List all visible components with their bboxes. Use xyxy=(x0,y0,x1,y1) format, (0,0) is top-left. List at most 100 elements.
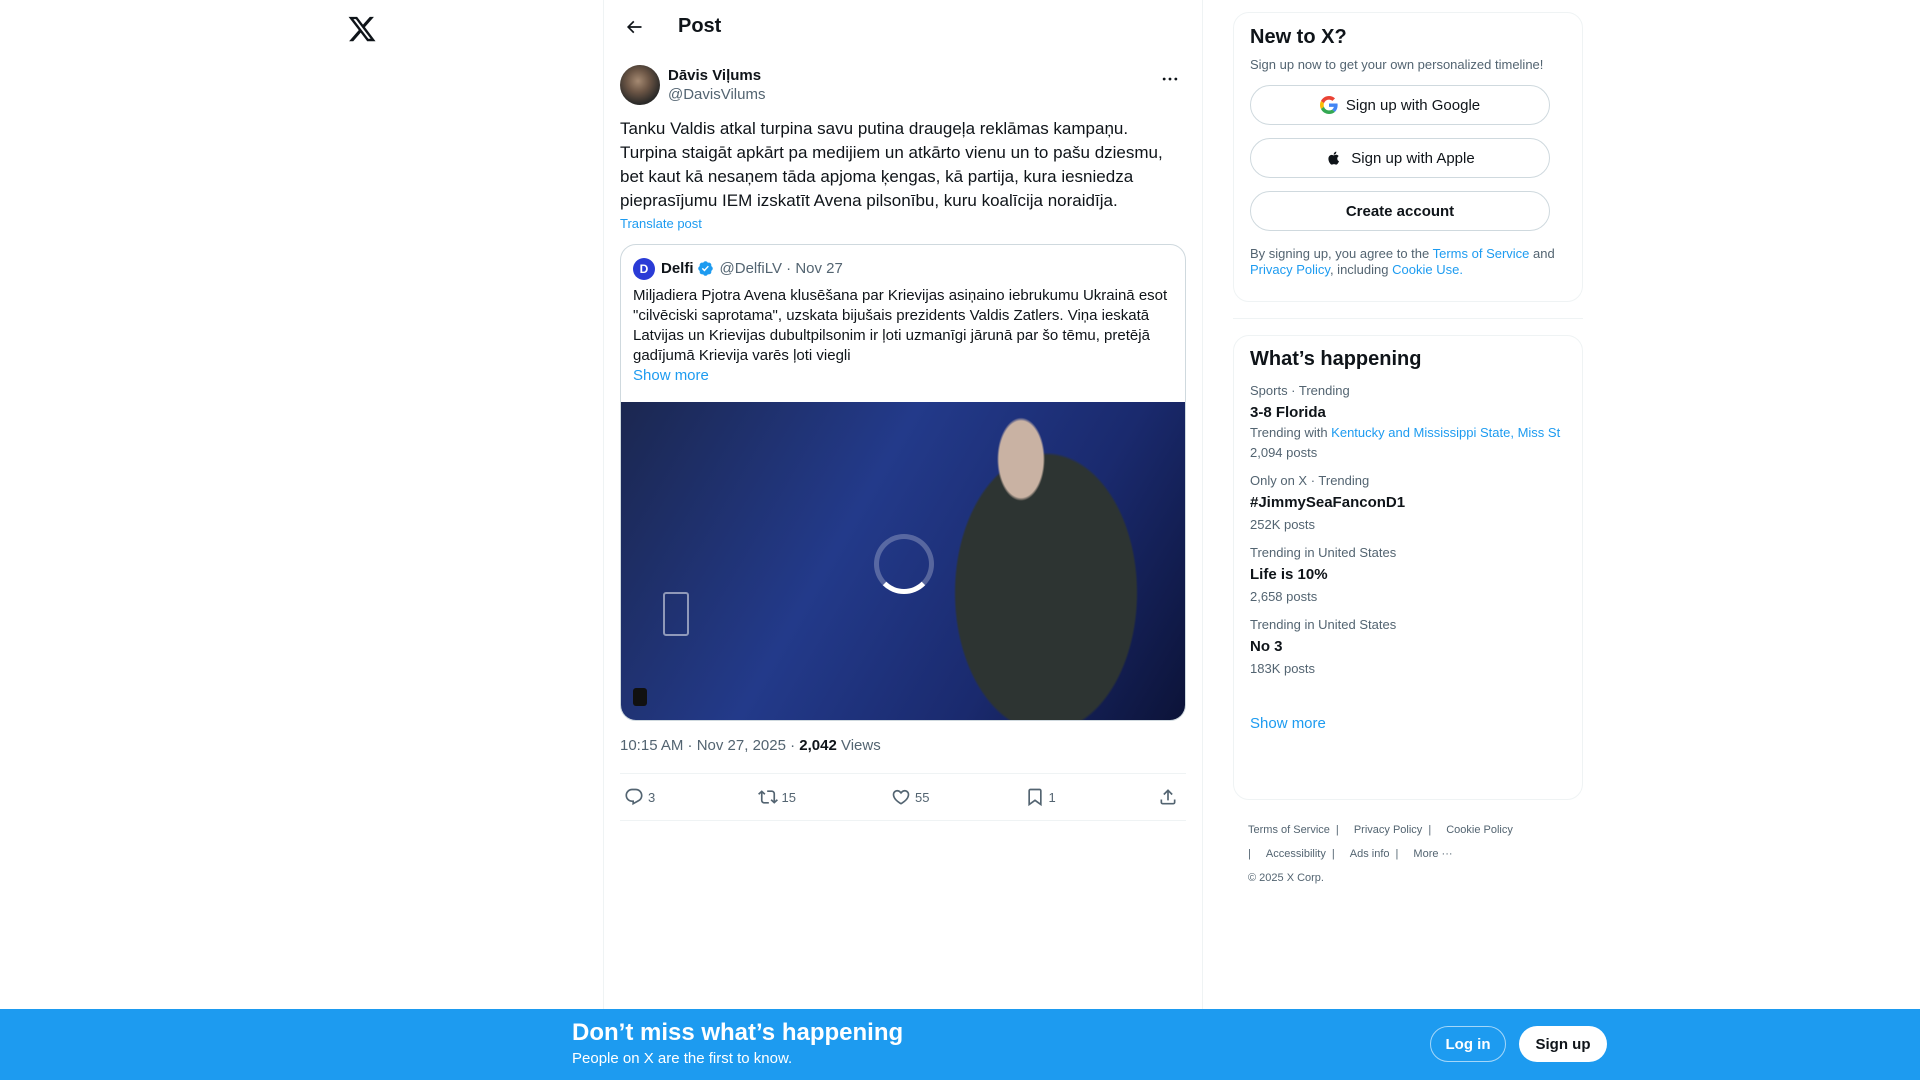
trends-title: What’s happening xyxy=(1250,348,1422,370)
create-account-button[interactable]: Create account xyxy=(1250,191,1550,231)
banner-title: Don’t miss what’s happening xyxy=(572,1019,904,1046)
signup-banner: Don’t miss what’s happening People on X … xyxy=(0,1009,1920,1080)
quote-handle-date: @DelfiLV · Nov 27 xyxy=(719,260,843,277)
author-name[interactable]: Dāvis Viļums xyxy=(668,66,765,85)
trend-posts: 2,658 posts xyxy=(1250,589,1318,604)
footer-ads-link[interactable]: Ads info xyxy=(1350,842,1390,866)
post-header: Post xyxy=(604,0,1202,53)
post-author: Dāvis Viļums @DavisVilums xyxy=(604,65,1202,117)
banner-subtitle: People on X are the first to know. xyxy=(572,1050,793,1067)
page-title: Post xyxy=(678,15,722,37)
avatar[interactable] xyxy=(620,65,660,105)
trend-name: Life is 10% xyxy=(1250,566,1328,583)
trend-item[interactable]: Trending in United States No 3 183K post… xyxy=(1250,617,1566,677)
post-text: Tanku Valdis atkal turpina savu putina d… xyxy=(620,119,1163,210)
trend-item[interactable]: Sports · Trending 3-8 Florida Trending w… xyxy=(1250,383,1566,461)
quote-header: D Delfi @DelfiLV · Nov 27 xyxy=(621,245,1185,280)
signup-subtitle: Sign up now to get your own personalized… xyxy=(1250,57,1544,72)
bookmark-icon xyxy=(1027,788,1042,807)
share-icon xyxy=(1160,789,1176,805)
post-time[interactable]: 10:15 AM · Nov 27, 2025 · xyxy=(620,737,799,754)
terms-prefix: By signing up, you agree to the xyxy=(1250,246,1433,261)
trends-card: What’s happening Sports · Trending 3-8 F… xyxy=(1233,335,1583,800)
footer-copyright: © 2025 X Corp. xyxy=(1248,872,1324,884)
trend-context: Trending in United States xyxy=(1250,545,1397,560)
repost-icon xyxy=(757,790,778,804)
footer-more-link[interactable]: More ··· xyxy=(1413,842,1452,866)
translate-post-link[interactable]: Translate post xyxy=(604,216,702,231)
heart-icon xyxy=(892,789,910,805)
login-button[interactable]: Log in xyxy=(1430,1026,1506,1062)
signup-terms: By signing up, you agree to the Terms of… xyxy=(1250,246,1566,278)
author-handle[interactable]: @DavisVilums xyxy=(668,85,765,104)
ellipsis-icon[interactable] xyxy=(1158,67,1182,91)
divider xyxy=(1233,318,1583,319)
trends-show-more-link[interactable]: Show more xyxy=(1250,715,1326,732)
trend-context: Only on X · Trending xyxy=(1250,473,1370,488)
x-logo-icon[interactable] xyxy=(347,14,377,44)
signup-apple-label: Sign up with Apple xyxy=(1351,149,1475,167)
main-column: Post Dāvis Viļums @DavisVilums Tanku Val… xyxy=(603,0,1203,1010)
footer-cookie-link[interactable]: Cookie Policy xyxy=(1446,818,1513,842)
footer-terms-link[interactable]: Terms of Service xyxy=(1248,818,1330,842)
video-indicator-icon xyxy=(633,688,647,706)
terms-period: . xyxy=(1459,262,1463,277)
share-button[interactable] xyxy=(1158,787,1182,807)
trend-with-prefix: Trending with xyxy=(1250,425,1332,440)
trend-context: Trending in United States xyxy=(1250,617,1397,632)
video-still-person xyxy=(921,402,1171,720)
reply-button[interactable]: 3 xyxy=(624,787,744,807)
terms-of-service-link[interactable]: Terms of Service xyxy=(1433,246,1530,261)
apple-icon xyxy=(1328,151,1340,165)
left-nav xyxy=(0,0,603,1010)
verified-badge-icon xyxy=(697,261,713,276)
terms-including: , including xyxy=(1329,262,1393,277)
trend-with: Trending with Kentucky and Mississippi S… xyxy=(1250,425,1566,441)
cookie-use-link[interactable]: Cookie Use xyxy=(1392,262,1459,277)
arrow-left-icon[interactable] xyxy=(620,13,648,41)
like-button[interactable]: 55 xyxy=(891,787,1011,807)
quote-text: Miljadiera Pjotra Avena klusēšana par Kr… xyxy=(633,287,1168,364)
quoted-post[interactable]: D Delfi @DelfiLV · Nov 27 Miljadiera Pjo… xyxy=(620,244,1186,721)
views-count: 2,042 xyxy=(799,737,837,754)
signup-title: New to X? xyxy=(1250,26,1347,48)
trend-posts: 252K posts xyxy=(1250,517,1316,532)
trend-name: No 3 xyxy=(1250,638,1283,655)
trend-item[interactable]: Only on X · Trending #JimmySeaFanconD1 2… xyxy=(1250,473,1566,533)
trend-posts: 2,094 posts xyxy=(1250,445,1318,460)
post-timestamp-views: 10:15 AM · Nov 27, 2025 · 2,042 Views xyxy=(604,721,1202,773)
signup-google-button[interactable]: Sign up with Google xyxy=(1250,85,1550,125)
trend-name: #JimmySeaFanconD1 xyxy=(1250,494,1406,511)
views-label: Views xyxy=(836,737,881,754)
trend-with-links[interactable]: Kentucky and Mississippi State, Miss St xyxy=(1331,425,1560,440)
like-count: 55 xyxy=(915,789,930,805)
terms-and: and xyxy=(1529,246,1555,261)
video-still-glass xyxy=(663,592,689,636)
privacy-policy-link[interactable]: Privacy Policy xyxy=(1250,262,1330,277)
quote-show-more-link[interactable]: Show more xyxy=(621,366,1185,386)
footer-privacy-link[interactable]: Privacy Policy xyxy=(1354,818,1422,842)
footer-accessibility-link[interactable]: Accessibility xyxy=(1266,842,1326,866)
bookmark-button[interactable]: 1 xyxy=(1025,787,1145,807)
quote-author-name[interactable]: Delfi xyxy=(661,260,694,277)
quote-video[interactable] xyxy=(621,402,1185,720)
reply-count: 3 xyxy=(648,789,656,805)
reply-icon xyxy=(625,788,643,806)
bookmark-count: 1 xyxy=(1048,789,1056,805)
repost-button[interactable]: 15 xyxy=(757,787,878,807)
trend-item[interactable]: Trending in United States Life is 10% 2,… xyxy=(1250,545,1566,605)
google-icon xyxy=(1319,96,1338,114)
footer-links: Terms of Service | Privacy Policy | Cookie… xyxy=(1233,818,1533,890)
trend-posts: 183K posts xyxy=(1250,661,1316,676)
signup-button[interactable]: Sign up xyxy=(1519,1026,1607,1062)
right-sidebar: New to X? Sign up now to get your own pe… xyxy=(1233,0,1583,890)
loading-spinner-icon xyxy=(874,534,934,594)
trend-name: 3-8 Florida xyxy=(1250,404,1326,421)
trend-context: Sports · Trending xyxy=(1250,383,1350,398)
quote-avatar[interactable]: D xyxy=(633,257,655,280)
signup-card: New to X? Sign up now to get your own pe… xyxy=(1233,12,1583,302)
post-actions: 3 15 55 1 xyxy=(620,773,1186,821)
signup-apple-button[interactable]: Sign up with Apple xyxy=(1250,138,1550,178)
repost-count: 15 xyxy=(781,789,796,805)
signup-google-label: Sign up with Google xyxy=(1345,96,1481,114)
